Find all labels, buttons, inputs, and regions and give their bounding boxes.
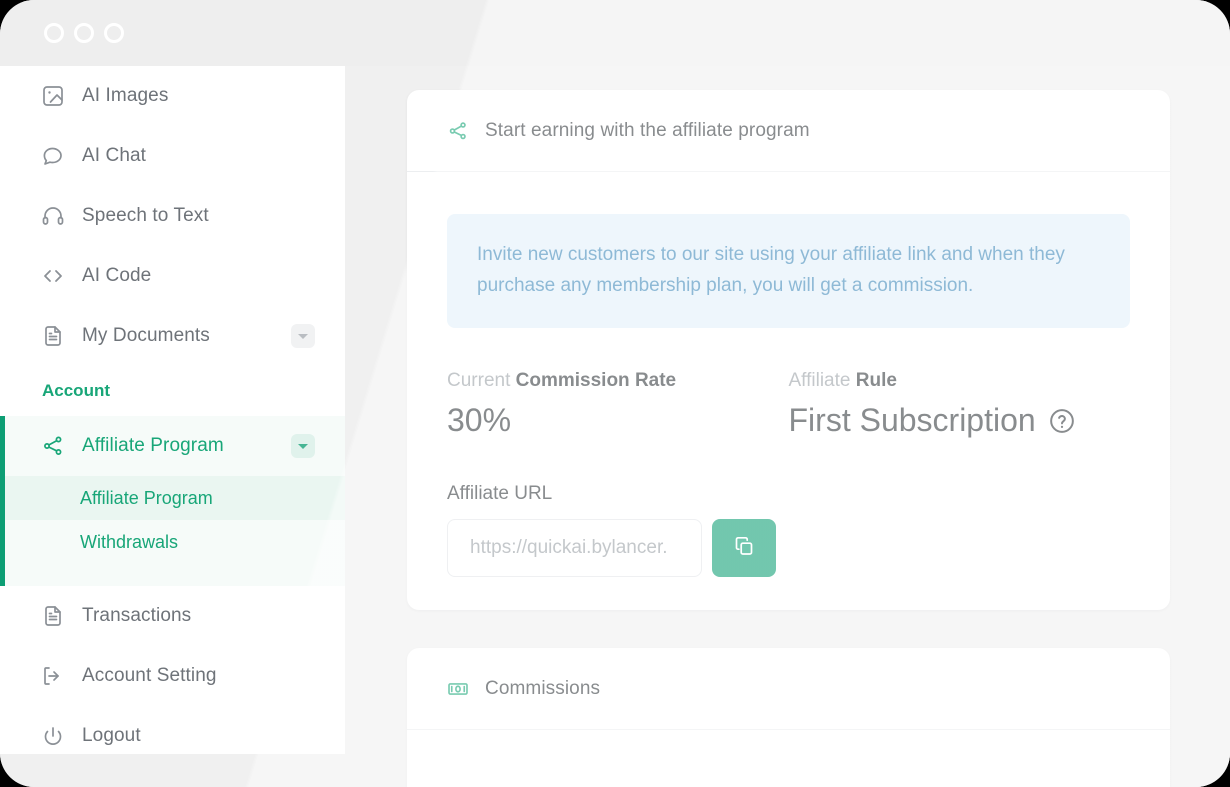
affiliate-url-input[interactable] — [447, 519, 702, 577]
window-dot-close[interactable] — [44, 23, 64, 43]
sidebar-item-label: AI Chat — [82, 145, 345, 167]
sidebar-item-label: Speech to Text — [82, 205, 345, 227]
affiliate-stats: Current Commission Rate 30% Affiliate Ru… — [447, 370, 1130, 439]
sidebar-item-label: Logout — [82, 725, 345, 747]
sidebar: AI Images AI Chat Spee — [0, 66, 345, 754]
commissions-card: Commissions — [407, 648, 1170, 787]
window-titlebar — [0, 0, 1230, 66]
share-nodes-icon — [40, 433, 66, 459]
sidebar-item-speech-to-text[interactable]: Speech to Text — [0, 186, 345, 246]
sidebar-item-account-setting[interactable]: Account Setting — [0, 646, 345, 706]
sidebar-group-affiliate-program: Affiliate Program Affiliate Program With… — [0, 416, 345, 586]
headphones-icon — [40, 203, 66, 229]
document-icon — [40, 323, 66, 349]
commissions-card-header: Commissions — [407, 648, 1170, 730]
affiliate-card-body: Invite new customers to our site using y… — [407, 172, 1170, 577]
affiliate-url-row — [447, 519, 1130, 577]
arrow-right-from-bracket-icon — [40, 663, 66, 689]
sidebar-item-ai-images[interactable]: AI Images — [0, 66, 345, 126]
copy-affiliate-url-button[interactable] — [712, 519, 776, 577]
sidebar-item-my-documents[interactable]: My Documents — [0, 306, 345, 366]
sidebar-item-label: AI Code — [82, 265, 345, 287]
affiliate-url-block: Affiliate URL — [447, 483, 1130, 577]
sidebar-section-account: Account — [0, 366, 345, 416]
commission-rate-label-bold: Commission Rate — [516, 370, 676, 391]
app-window: AI Images AI Chat Spee — [0, 0, 1230, 787]
sidebar-item-affiliate-program[interactable]: Affiliate Program — [5, 416, 345, 476]
affiliate-rule-stat: Affiliate Rule First Subscription — [789, 370, 1131, 439]
sidebar-item-logout[interactable]: Logout — [0, 706, 345, 754]
affiliate-card-header: Start earning with the affiliate program — [407, 90, 1170, 172]
commission-rate-label-light: Current — [447, 370, 516, 391]
affiliate-rule-label-bold: Rule — [856, 370, 897, 391]
affiliate-rule-value: First Subscription — [789, 402, 1036, 439]
sidebar-item-label: Transactions — [82, 605, 345, 627]
chevron-down-icon[interactable] — [291, 324, 315, 348]
image-icon — [40, 83, 66, 109]
sidebar-subitem-label: Affiliate Program — [80, 488, 213, 509]
app-body: AI Images AI Chat Spee — [0, 66, 1230, 787]
window-dot-minimize[interactable] — [74, 23, 94, 43]
copy-icon — [732, 534, 756, 561]
commissions-card-title: Commissions — [485, 678, 600, 700]
code-brackets-icon — [40, 263, 66, 289]
share-nodes-icon — [447, 120, 469, 142]
document-icon — [40, 603, 66, 629]
affiliate-program-card: Start earning with the affiliate program… — [407, 90, 1170, 610]
sidebar-subitem-label: Withdrawals — [80, 532, 178, 553]
affiliate-rule-value-row: First Subscription — [789, 402, 1131, 439]
sidebar-item-ai-code[interactable]: AI Code — [0, 246, 345, 306]
affiliate-rule-label-light: Affiliate — [789, 370, 856, 391]
sidebar-item-label: Account Setting — [82, 665, 345, 687]
affiliate-notice-banner: Invite new customers to our site using y… — [447, 214, 1130, 328]
window-dot-maximize[interactable] — [104, 23, 124, 43]
sidebar-item-label: AI Images — [82, 85, 345, 107]
sidebar-item-ai-chat[interactable]: AI Chat — [0, 126, 345, 186]
sidebar-subitem-affiliate-program[interactable]: Affiliate Program — [5, 476, 345, 520]
sidebar-item-transactions[interactable]: Transactions — [0, 586, 345, 646]
commission-rate-stat: Current Commission Rate 30% — [447, 370, 789, 439]
commission-rate-value: 30% — [447, 402, 789, 439]
affiliate-url-label: Affiliate URL — [447, 483, 1130, 505]
power-icon — [40, 723, 66, 749]
sidebar-item-label: Affiliate Program — [82, 435, 291, 457]
question-circle-icon[interactable] — [1048, 406, 1076, 434]
sidebar-item-label: My Documents — [82, 325, 291, 347]
affiliate-card-title: Start earning with the affiliate program — [485, 120, 810, 142]
sidebar-subitem-withdrawals[interactable]: Withdrawals — [5, 520, 345, 564]
chat-bubble-icon — [40, 143, 66, 169]
main-content: Start earning with the affiliate program… — [345, 66, 1230, 787]
banknote-icon — [447, 678, 469, 700]
affiliate-rule-label: Affiliate Rule — [789, 370, 1131, 392]
chevron-down-icon[interactable] — [291, 434, 315, 458]
commission-rate-label: Current Commission Rate — [447, 370, 789, 392]
